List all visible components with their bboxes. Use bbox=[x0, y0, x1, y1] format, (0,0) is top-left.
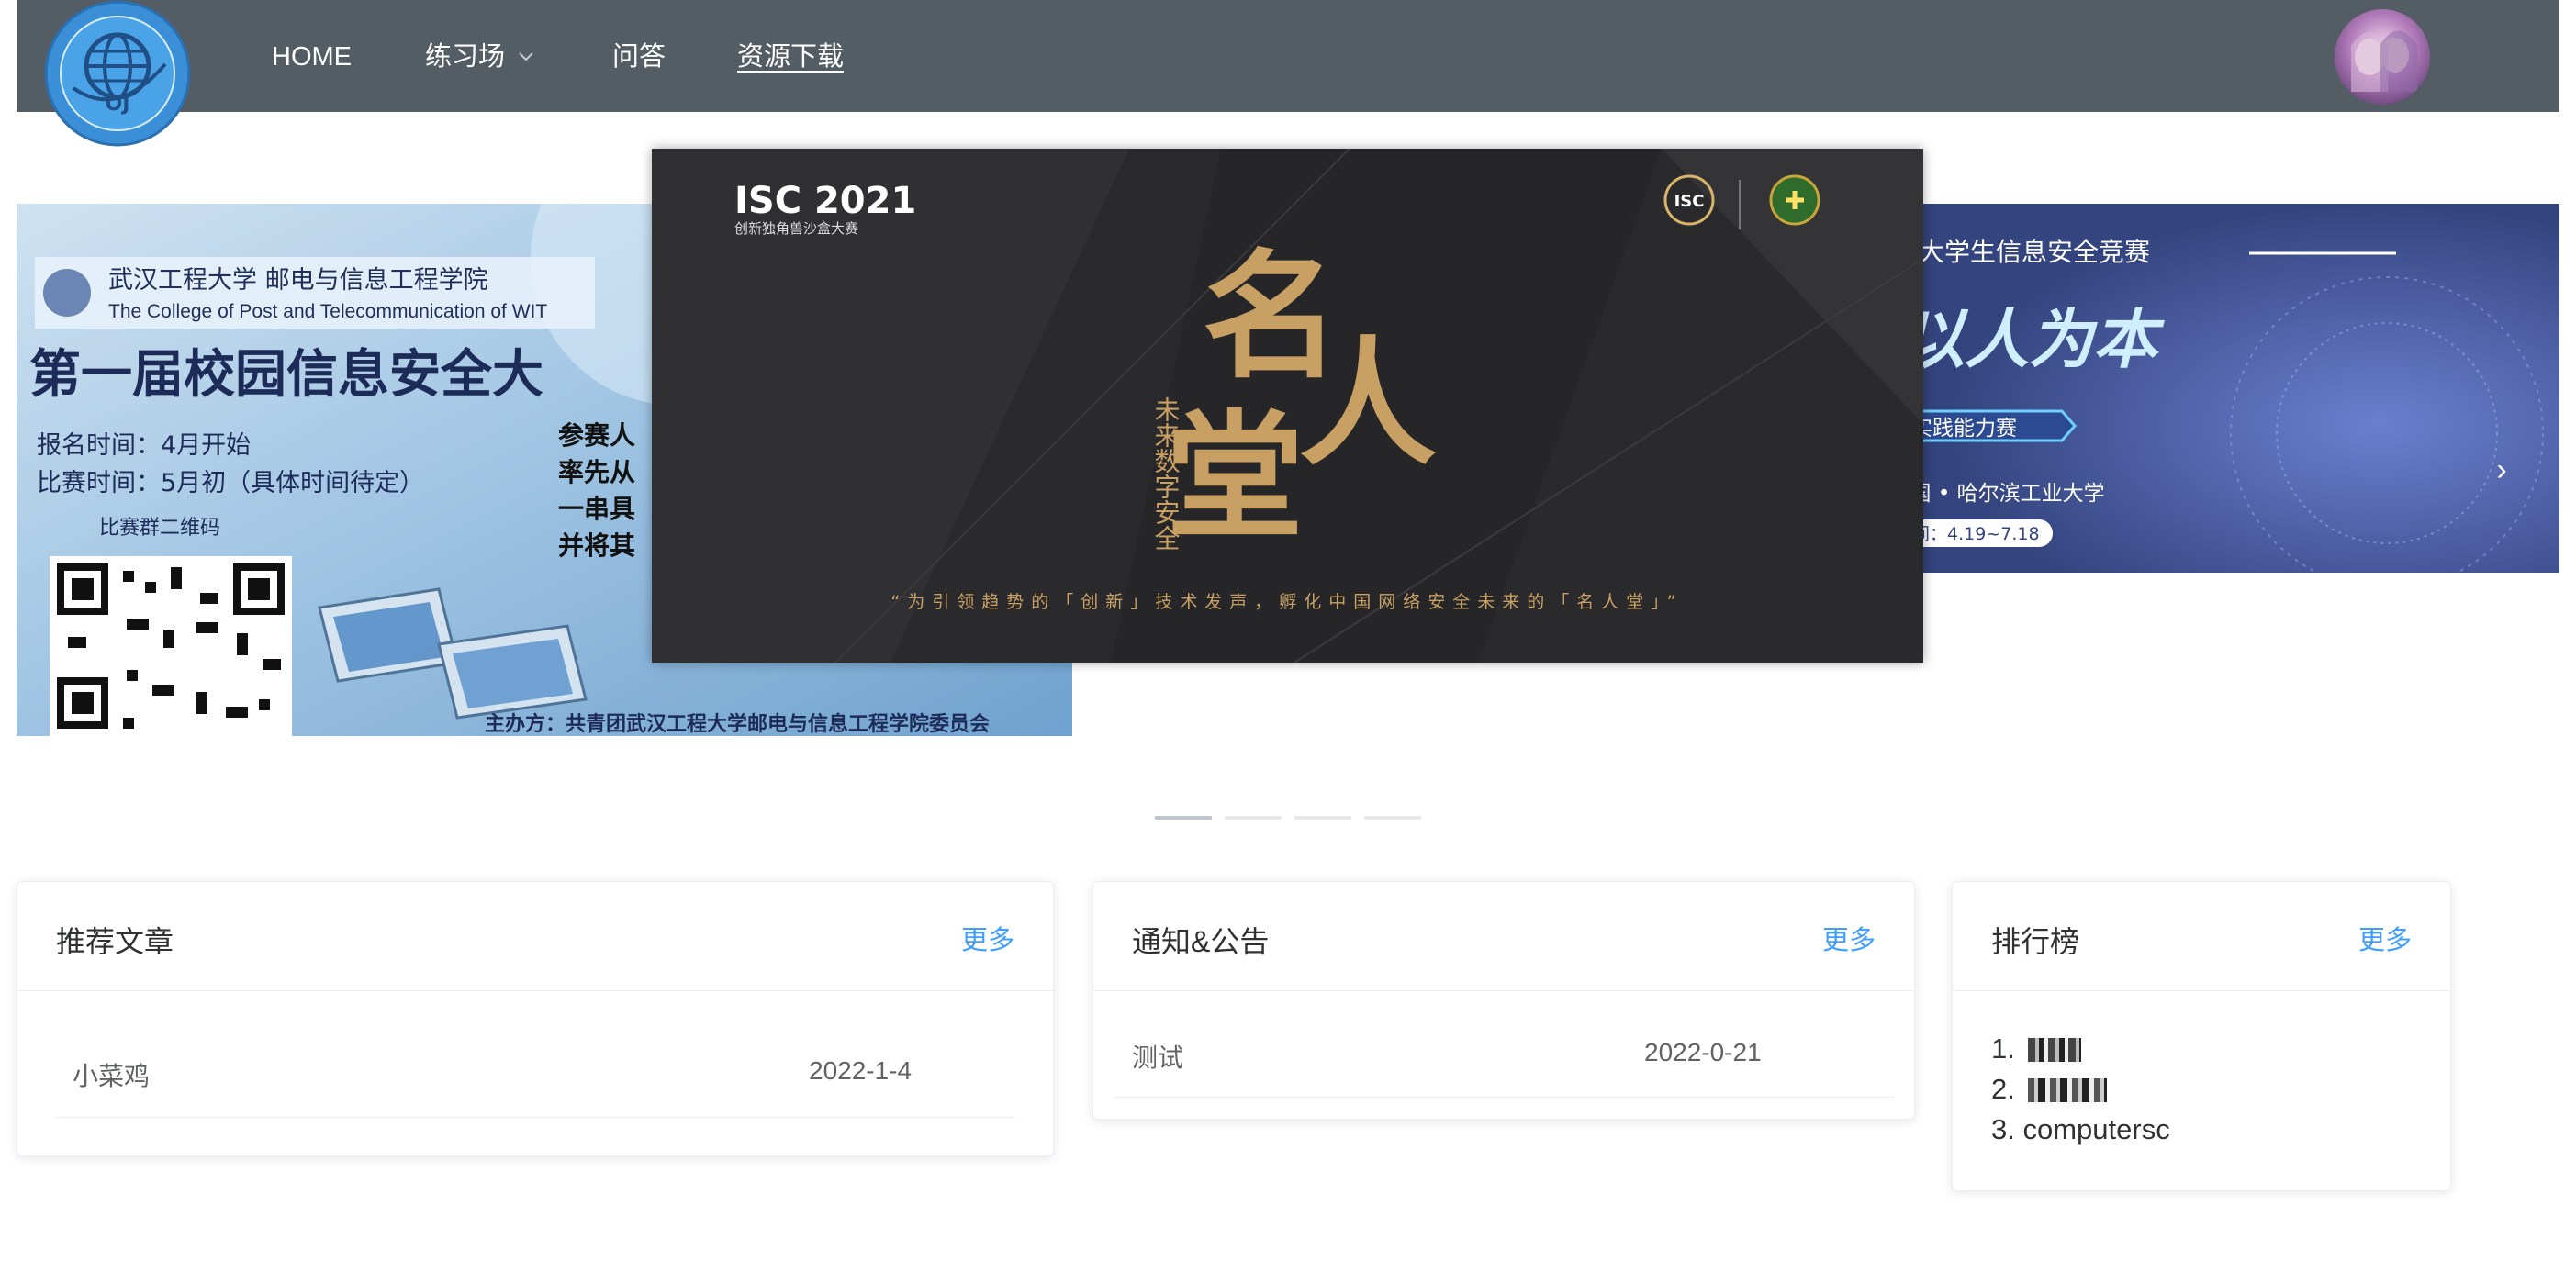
notice-date: 2022-0-21 bbox=[1644, 1038, 1762, 1066]
more-link[interactable]: 更多 bbox=[1822, 919, 1876, 957]
svg-text:并将其: 并将其 bbox=[558, 530, 635, 561]
more-link[interactable]: 更多 bbox=[2358, 919, 2412, 957]
ranking-item-3[interactable]: 3. computersc bbox=[1991, 1113, 2170, 1146]
card-header: 推荐文章 更多 bbox=[17, 882, 1053, 991]
user-avatar[interactable] bbox=[2335, 9, 2430, 105]
chevron-down-icon[interactable] bbox=[514, 44, 538, 68]
top-navbar: HOME 练习场 问答 资源下载 bbox=[17, 0, 2559, 112]
row-divider bbox=[1114, 1097, 1894, 1098]
carousel-indicator-1[interactable] bbox=[1155, 816, 1212, 820]
banner-carousel: 武汉工程大学 邮电与信息工程学院 The College of Post and… bbox=[0, 112, 2576, 837]
svg-text:人: 人 bbox=[1299, 323, 1437, 485]
svg-text:ISC: ISC bbox=[1674, 192, 1705, 211]
svg-text:ISC 2021: ISC 2021 bbox=[734, 180, 916, 222]
carousel-slide-national-contest[interactable]: 届全国大学生信息安全竞赛 全以人为本 创新实践能力赛 21 • 中国 • 哈尔滨… bbox=[1836, 204, 2559, 573]
nav-home[interactable]: HOME bbox=[272, 37, 352, 77]
svg-text:堂: 堂 bbox=[1166, 396, 1304, 558]
svg-text:参赛人: 参赛人 bbox=[558, 420, 635, 451]
svg-text:第一届校园信息安全大: 第一届校园信息安全大 bbox=[29, 344, 543, 405]
svg-text:比赛时间：5月初（具体时间待定）: 比赛时间：5月初（具体时间待定） bbox=[37, 469, 424, 497]
svg-text:“为引领趋势的「创新」技术发声，孵化中国网络安全未来的「名人: “为引领趋势的「创新」技术发声，孵化中国网络安全未来的「名人堂」” bbox=[890, 592, 1683, 612]
notice-title[interactable]: 测试 bbox=[1132, 1038, 1183, 1075]
carousel-indicator-4[interactable] bbox=[1364, 816, 1421, 820]
carousel-indicator-2[interactable] bbox=[1225, 816, 1282, 820]
svg-text:OJ: OJ bbox=[106, 93, 130, 116]
svg-text:报名时间：4月开始: 报名时间：4月开始 bbox=[37, 431, 251, 460]
svg-text:主办方：共青团武汉工程大学邮电与信息工程学院委员会: 主办方：共青团武汉工程大学邮电与信息工程学院委员会 bbox=[485, 712, 990, 736]
svg-text:武汉工程大学 邮电与信息工程学院: 武汉工程大学 邮电与信息工程学院 bbox=[108, 266, 488, 295]
redacted-username bbox=[2028, 1038, 2082, 1062]
svg-text:比赛群二维码: 比赛群二维码 bbox=[99, 517, 220, 540]
redacted-username bbox=[2028, 1078, 2108, 1102]
card-title: 排行榜 bbox=[1991, 925, 2080, 958]
svg-text:The College of Post and Teleco: The College of Post and Telecommunicatio… bbox=[108, 301, 547, 322]
recommended-articles-card: 推荐文章 更多 小菜鸡 2022-1-4 bbox=[17, 881, 1054, 1156]
carousel-slide-isc-2021[interactable]: ISC 2021 创新独角兽沙盒大赛 ISC 未来数字安全 名 人 堂 “为引领… bbox=[652, 149, 1923, 663]
card-title: 通知&公告 bbox=[1132, 925, 1270, 958]
more-link[interactable]: 更多 bbox=[961, 919, 1014, 957]
qr-code bbox=[50, 556, 292, 736]
ranking-item-1[interactable]: 1. bbox=[1991, 1032, 2082, 1065]
carousel-indicator-3[interactable] bbox=[1294, 816, 1351, 820]
card-header: 排行榜 更多 bbox=[1953, 882, 2450, 991]
article-date: 2022-1-4 bbox=[809, 1056, 913, 1085]
svg-text:一串具: 一串具 bbox=[558, 494, 635, 524]
site-logo[interactable]: OJ bbox=[37, 0, 202, 147]
nav-resources[interactable]: 资源下载 bbox=[737, 37, 844, 77]
svg-text:率先从: 率先从 bbox=[558, 457, 635, 487]
article-title[interactable]: 小菜鸡 bbox=[73, 1056, 150, 1093]
nav-qa[interactable]: 问答 bbox=[612, 37, 666, 77]
card-header: 通知&公告 更多 bbox=[1093, 882, 1914, 991]
ranking-card: 排行榜 更多 1. 2. 3. computersc bbox=[1952, 881, 2451, 1191]
chevron-right-icon[interactable]: › bbox=[2483, 452, 2520, 488]
ranking-item-2[interactable]: 2. bbox=[1991, 1073, 2108, 1106]
svg-text:创新独角兽沙盒大赛: 创新独角兽沙盒大赛 bbox=[734, 220, 858, 237]
nav-practice[interactable]: 练习场 bbox=[425, 37, 505, 77]
notices-card: 通知&公告 更多 测试 2022-0-21 bbox=[1092, 881, 1915, 1120]
row-divider bbox=[56, 1117, 1014, 1118]
card-title: 推荐文章 bbox=[56, 925, 174, 958]
